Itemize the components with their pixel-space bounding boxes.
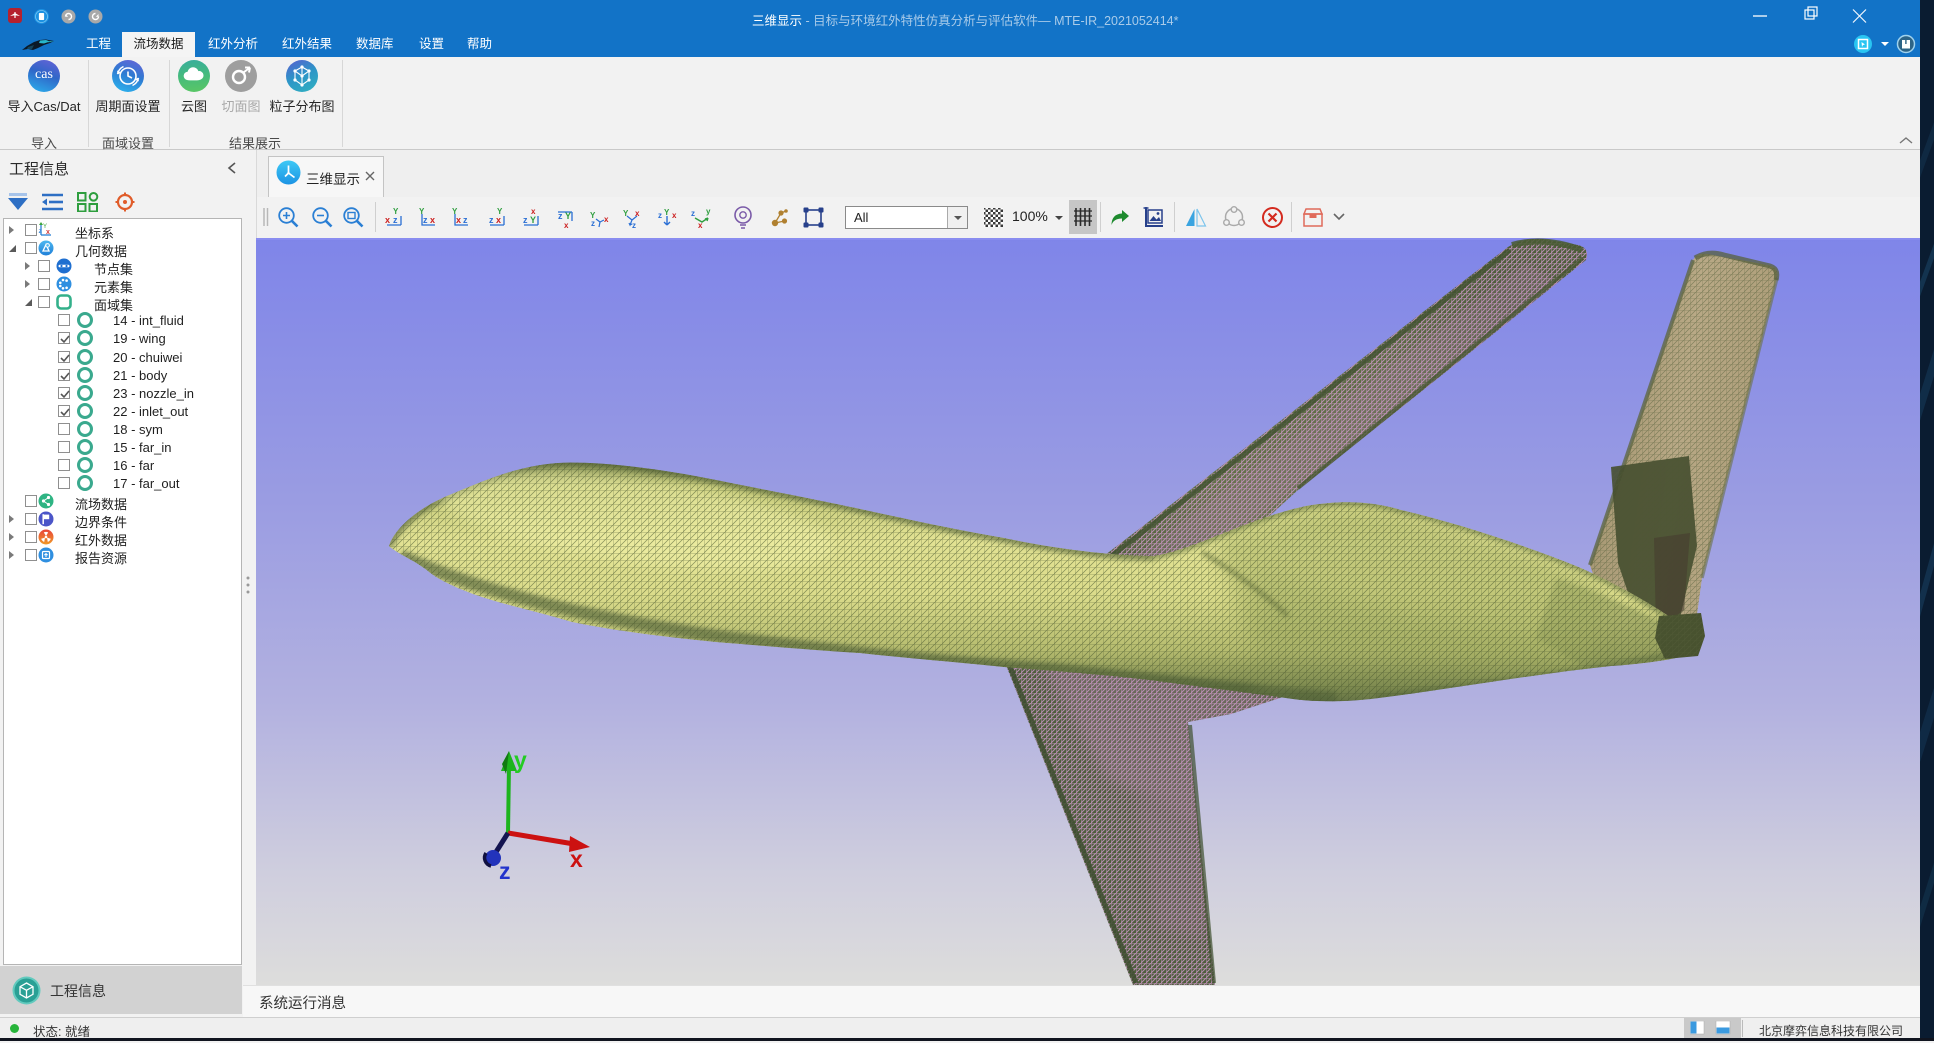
- svg-text:Y: Y: [664, 208, 670, 217]
- svg-text:z: z: [423, 215, 428, 225]
- svg-text:x: x: [564, 221, 569, 230]
- svg-text:z: z: [691, 209, 695, 218]
- svg-text:z: z: [658, 211, 662, 220]
- svg-text:x: x: [672, 211, 677, 220]
- svg-text:z: z: [523, 215, 528, 225]
- svg-text:Y: Y: [452, 207, 458, 216]
- svg-text:x: x: [456, 215, 461, 225]
- svg-text:x: x: [496, 215, 501, 225]
- svg-text:z: z: [39, 228, 43, 235]
- svg-text:x: x: [46, 229, 50, 236]
- svg-text:Y: Y: [530, 215, 536, 225]
- svg-text:Y: Y: [393, 207, 399, 216]
- svg-text:Y: Y: [565, 211, 571, 221]
- svg-text:Y: Y: [43, 224, 47, 230]
- svg-text:z: z: [393, 215, 398, 225]
- svg-text:y: y: [514, 747, 527, 773]
- svg-text:x: x: [385, 215, 390, 225]
- svg-text:z: z: [558, 211, 563, 221]
- svg-text:z: z: [489, 215, 494, 225]
- svg-text:z: z: [632, 221, 636, 230]
- svg-text:z: z: [499, 858, 511, 884]
- svg-text:y: y: [706, 207, 711, 216]
- svg-text:x: x: [430, 215, 435, 225]
- svg-text:Y: Y: [419, 207, 425, 216]
- svg-text:x: x: [604, 215, 609, 224]
- svg-text:z: z: [463, 215, 468, 225]
- svg-text:Y: Y: [497, 207, 503, 216]
- svg-text:x: x: [531, 207, 536, 216]
- svg-text:x: x: [570, 846, 583, 872]
- svg-text:z: z: [591, 219, 595, 228]
